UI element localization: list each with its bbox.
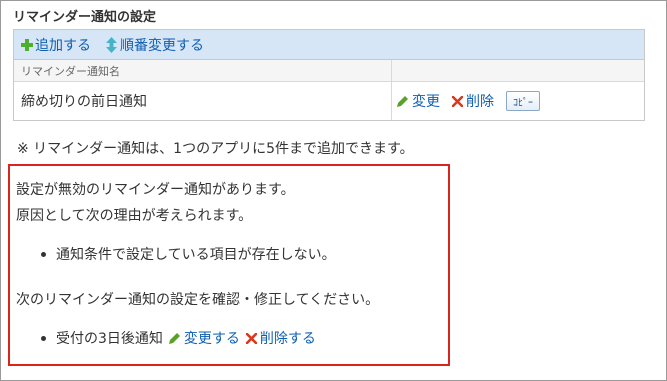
- bullet-dot: [41, 252, 46, 257]
- pencil-icon: [397, 96, 408, 107]
- table-row: 締め切りの前日通知 変更 削除 ｺﾋﾟｰ: [14, 82, 644, 120]
- warning-line-2: 原因として次の理由が考えられます。: [16, 208, 253, 224]
- invalid-reminder-item: 受付の3日後通知 変更する 削除する: [56, 328, 316, 348]
- section-title: リマインダー通知の設定: [13, 10, 157, 25]
- warning-line-1: 設定が無効のリマインダー通知があります。: [16, 182, 295, 198]
- delete-reminder-label: 削除する: [259, 331, 316, 347]
- invalid-reminder-name: 受付の3日後通知: [56, 331, 163, 347]
- bullet-dot: [41, 336, 46, 341]
- add-button[interactable]: 追加する: [20, 35, 91, 55]
- edit-reminder-label: 変更する: [183, 331, 240, 347]
- x-icon: [452, 95, 463, 107]
- plus-icon: [20, 37, 33, 53]
- reorder-button[interactable]: 順番変更する: [105, 35, 204, 55]
- toolbar: 追加する 順番変更する: [14, 30, 644, 60]
- up-down-arrow-icon: [105, 36, 118, 53]
- reorder-label: 順番変更する: [120, 37, 204, 54]
- edit-link[interactable]: 変更: [397, 91, 440, 111]
- edit-reminder-link[interactable]: 変更する: [168, 328, 240, 348]
- delete-reminder-link[interactable]: 削除する: [245, 328, 316, 348]
- warning-reason: 通知条件で設定している項目が存在しない。: [56, 247, 336, 263]
- copy-button[interactable]: ｺﾋﾟｰ: [506, 91, 540, 111]
- row-actions: 変更 削除 ｺﾋﾟｰ: [392, 82, 644, 120]
- warning-instruction: 次のリマインダー通知の設定を確認・修正してください。: [16, 292, 380, 308]
- reminder-name: 締め切りの前日通知: [14, 82, 392, 120]
- pencil-icon: [168, 333, 180, 344]
- warning-box: 設定が無効のリマインダー通知があります。 原因として次の理由が考えられます。 通…: [8, 164, 450, 366]
- limit-note: ※ リマインダー通知は、1つのアプリに5件まで追加できます。: [17, 141, 414, 157]
- x-icon: [245, 332, 257, 344]
- column-header-name: リマインダー通知名: [14, 60, 392, 81]
- table-header-row: リマインダー通知名: [14, 60, 644, 82]
- reminder-table-panel: 追加する 順番変更する リマインダー通知名 締め切りの前日通知 変更 削除 ｺﾋ…: [13, 29, 645, 121]
- delete-label: 削除: [466, 94, 494, 110]
- delete-link[interactable]: 削除: [452, 91, 494, 111]
- column-header-actions: [392, 60, 644, 81]
- edit-label: 変更: [412, 94, 440, 110]
- add-label: 追加する: [35, 37, 91, 54]
